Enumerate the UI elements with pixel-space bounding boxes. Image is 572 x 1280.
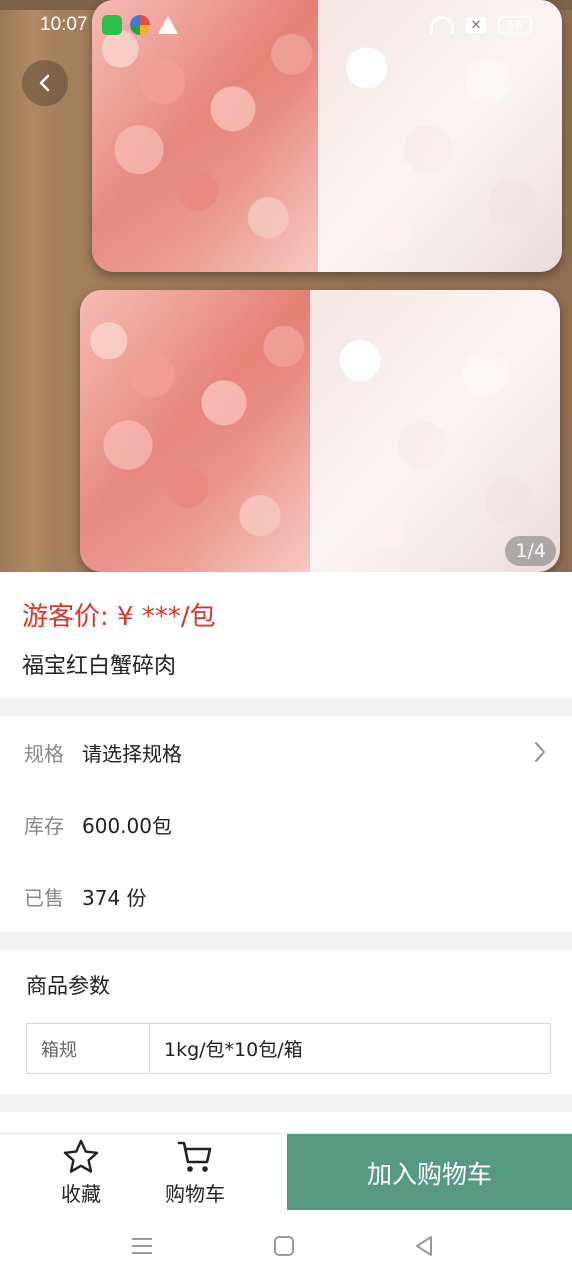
- warning-icon: [157, 16, 178, 34]
- wifi-icon: [430, 16, 454, 34]
- product-params-section: 商品参数 箱规 1kg/包*10包/箱: [0, 950, 572, 1094]
- sim-off-icon: ✕: [466, 17, 486, 33]
- section-divider: [0, 1094, 572, 1112]
- section-divider: [0, 698, 572, 716]
- product-info: 游客价: ¥ ***/包 福宝红白蟹碎肉: [0, 572, 572, 698]
- param-value: 1kg/包*10包/箱: [164, 1039, 303, 1061]
- favorite-label: 收藏: [61, 1182, 101, 1206]
- back-button[interactable]: [22, 60, 68, 106]
- status-system-icons: ✕ 56: [430, 16, 532, 34]
- spec-value: 请选择规格: [82, 741, 182, 766]
- image-pager: 1/4: [505, 536, 556, 566]
- spec-label: 规格: [24, 741, 64, 766]
- spec-section: 规格 请选择规格 库存 600.00包 已售 374 份: [0, 716, 572, 932]
- status-time: 10:07: [40, 14, 88, 35]
- cart-icon: [177, 1141, 212, 1172]
- product-photo-bag-2: [80, 290, 560, 572]
- back-triangle-icon[interactable]: [410, 1232, 438, 1260]
- status-bar: 10:07 ✕ 56: [0, 0, 572, 50]
- favorite-button[interactable]: 收藏: [36, 1138, 126, 1208]
- star-icon: [63, 1139, 99, 1173]
- chevron-left-icon: [39, 74, 50, 92]
- sold-label: 已售: [24, 885, 64, 910]
- wechat-icon: [101, 15, 122, 35]
- product-image-gallery[interactable]: [0, 0, 572, 572]
- param-key: 箱规: [27, 1024, 150, 1073]
- app-multicolor-icon: [129, 15, 150, 35]
- stock-label: 库存: [24, 813, 64, 838]
- sold-row: 已售 374 份: [24, 876, 548, 916]
- spec-selector-row[interactable]: 规格 请选择规格: [24, 732, 548, 772]
- chevron-right-icon: [534, 741, 546, 763]
- params-table: 箱规 1kg/包*10包/箱: [26, 1023, 551, 1074]
- system-nav-bar: [0, 1210, 572, 1280]
- status-notifications: [101, 15, 178, 35]
- stock-row: 库存 600.00包: [24, 804, 548, 844]
- sold-value: 374 份: [82, 885, 147, 910]
- product-title: 福宝红白蟹碎肉: [22, 654, 177, 679]
- battery-icon: 56: [498, 16, 532, 34]
- home-icon[interactable]: [270, 1232, 298, 1260]
- menu-icon[interactable]: [128, 1232, 156, 1260]
- cart-label: 购物车: [165, 1182, 225, 1206]
- section-divider: [0, 932, 572, 950]
- bottom-action-bar: 收藏 购物车 加入购物车: [0, 1133, 572, 1211]
- add-to-cart-button[interactable]: 加入购物车: [287, 1134, 572, 1211]
- cart-button[interactable]: 购物车: [150, 1138, 240, 1208]
- product-price: 游客价: ¥ ***/包: [22, 602, 216, 632]
- params-title: 商品参数: [26, 974, 110, 998]
- stock-value: 600.00包: [82, 813, 172, 838]
